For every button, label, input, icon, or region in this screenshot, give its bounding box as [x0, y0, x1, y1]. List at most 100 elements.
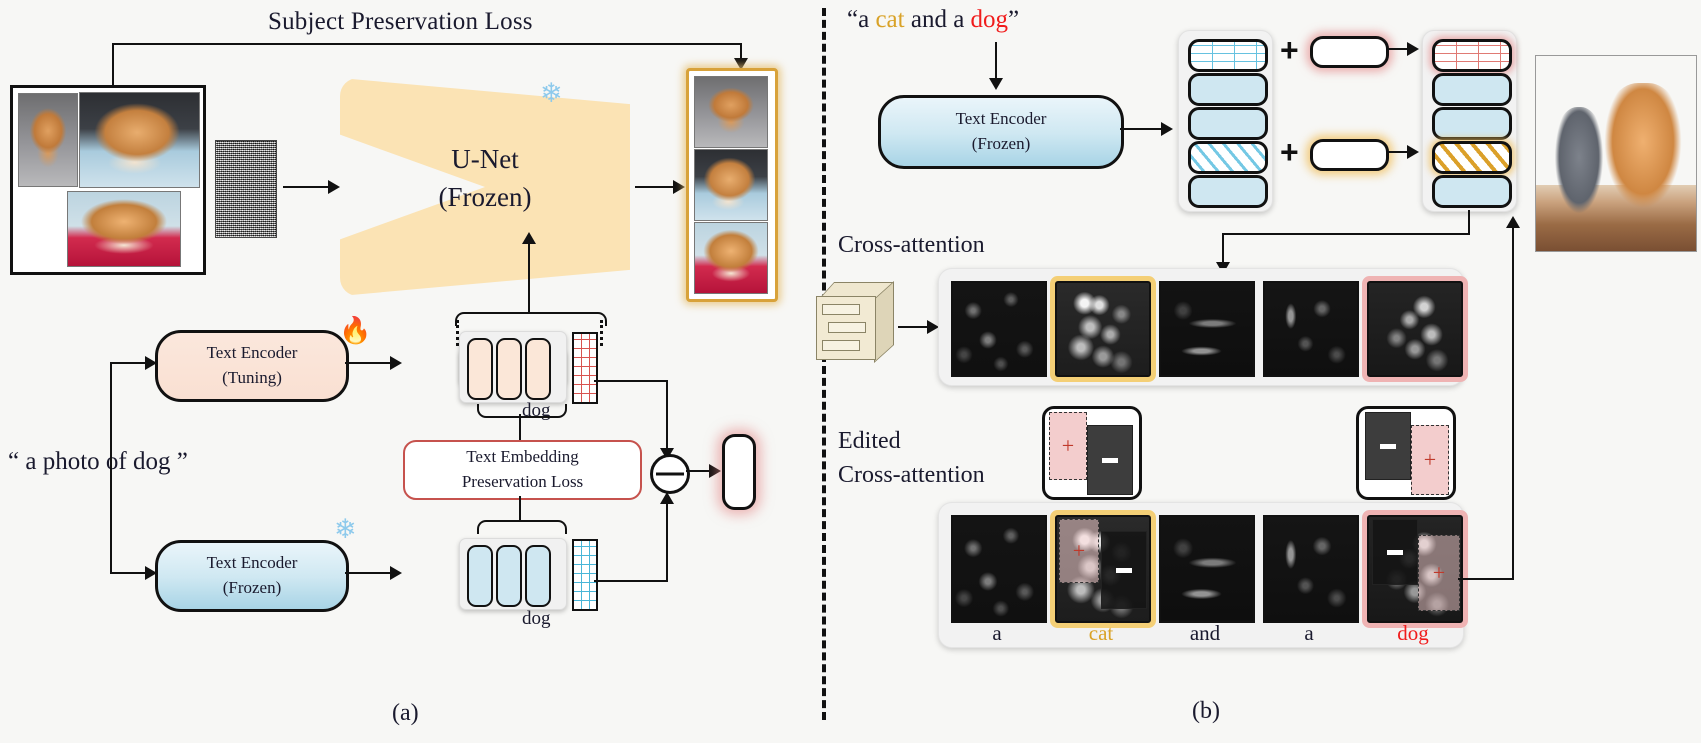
text-encoder-tuning[interactable]: Text Encoder (Tuning)	[155, 330, 349, 402]
edited-embedding-dog	[1432, 141, 1512, 174]
noise-latent-block	[215, 140, 277, 238]
original-embedding-2	[1188, 73, 1268, 106]
generated-images-strip	[686, 68, 778, 302]
text-encoder-frozen-a[interactable]: Text Encoder (Frozen)	[155, 540, 349, 612]
unet-block-icon	[812, 280, 896, 366]
frozen-token-1	[467, 545, 493, 607]
encoder-to-embeddings-arrowhead	[1161, 122, 1173, 136]
original-embedding-5	[1188, 175, 1268, 208]
unet-label-line1: U-Net	[451, 144, 519, 174]
frozen-dog-embedding-label: dog	[522, 608, 551, 629]
panel-a-caption: (a)	[392, 700, 419, 726]
generated-image-1	[694, 76, 768, 148]
mask-plus-cat: +	[1061, 433, 1075, 458]
edited-attention-map-and	[1159, 515, 1255, 623]
residual-embedding-pill	[722, 434, 756, 510]
text-embedding-preservation-loss: Text Embedding Preservation Loss	[403, 440, 642, 500]
op-to-result-arrowhead	[709, 464, 721, 478]
text-encoder-tuning-line2: (Tuning)	[222, 368, 282, 387]
tuned-token-2	[496, 338, 522, 400]
frozen-tray-brace-top	[477, 520, 567, 534]
residual-cat-arrowhead	[1407, 42, 1419, 56]
frozen-dog-embedding	[572, 539, 598, 611]
prompt-to-frozen-line	[110, 572, 148, 574]
panel-b-caption: (b)	[1192, 698, 1220, 724]
loss-line1: Text Embedding	[466, 447, 579, 467]
mask-negative-dog	[1365, 412, 1411, 480]
frozen-token-2	[496, 545, 522, 607]
unet-label-line2: (Frozen)	[438, 182, 532, 213]
token-label-a2: a	[1304, 621, 1314, 645]
token-label-and: and	[1189, 621, 1221, 645]
reference-image-2	[79, 92, 200, 188]
cube-drawer-3	[822, 340, 860, 351]
text-encoder-frozen-a-line1: Text Encoder	[206, 553, 298, 573]
tuned-dog-embedding	[572, 332, 598, 404]
unet-to-output-arrowhead	[673, 180, 685, 194]
reference-image-3	[67, 191, 181, 267]
snowflake-icon-frozen-a: ❄	[334, 514, 357, 544]
tuned-tray-brace-bottom	[477, 404, 567, 418]
loss-to-frozen-tray-line	[519, 496, 521, 522]
tuned-embedding-tray-body	[459, 331, 567, 403]
generated-image-2	[694, 149, 768, 221]
edited-attention-map-a2	[1263, 515, 1359, 623]
edited-embedding-2	[1432, 73, 1512, 106]
edited-cross-attention-label-line1: Edited	[838, 428, 901, 454]
original-embedding-dog	[1188, 141, 1268, 174]
cross-attention-row	[938, 268, 1464, 386]
panel-a-prompt: “ a photo of dog ”	[8, 448, 188, 475]
token-label-dog: dog	[1397, 621, 1429, 645]
prompt-branch-vertical	[110, 362, 112, 574]
edited-embedding-5	[1432, 175, 1512, 208]
mask-negative-cat	[1087, 425, 1133, 495]
subtract-operator	[650, 454, 690, 494]
edited-cross-attention-label-line2: Cross-attention	[838, 461, 985, 488]
edited-mask-negative-cat	[1101, 531, 1147, 609]
cube-drawer-1	[822, 304, 860, 315]
text-encoder-frozen-b-line2: (Frozen)	[971, 134, 1031, 153]
original-embedding-3	[1188, 107, 1268, 140]
noise-to-unet-arrowhead	[328, 180, 340, 194]
tuning-to-tokens-line	[345, 362, 393, 364]
cube-drawer-2	[828, 322, 866, 333]
tuned-tray-to-loss-line	[519, 414, 521, 440]
generated-cat-and-dog-image	[1535, 55, 1697, 252]
prompt-part-dog: dog	[970, 6, 1009, 33]
frozen-to-tokens-line	[345, 572, 393, 574]
fire-icon: 🔥	[339, 316, 372, 345]
text-encoder-tuning-line1: Text Encoder	[206, 343, 298, 363]
attention-map-cat	[1055, 281, 1151, 377]
prompt-to-encoder-arrowhead-b	[989, 78, 1003, 90]
tuned-token-1	[467, 338, 493, 400]
attention-map-a2	[1263, 281, 1359, 377]
noise-to-unet-line	[283, 186, 331, 188]
mask-plus-dog: +	[1423, 447, 1437, 472]
residual-pill-cat	[1310, 36, 1389, 68]
frozen-embed-to-op-line	[594, 580, 668, 582]
edited-column-left-line	[1222, 233, 1470, 235]
edited-attention-map-dog: +	[1367, 515, 1463, 623]
tuned-embed-to-op-line	[594, 380, 668, 382]
edited-attention-map-cat: +	[1055, 515, 1151, 623]
mask-positive-cat: +	[1049, 412, 1087, 480]
prompt-part-4: ”	[1008, 6, 1020, 33]
cross-attention-label: Cross-attention	[838, 232, 985, 258]
generated-dog	[1600, 83, 1687, 216]
text-encoder-frozen-b[interactable]: Text Encoder (Frozen)	[878, 95, 1124, 169]
frozen-token-3	[525, 545, 551, 607]
subject-preservation-loss-title: Subject Preservation Loss	[268, 8, 533, 35]
edit-mask-card-cat: +	[1042, 406, 1142, 500]
token-label-cat: cat	[1088, 621, 1114, 645]
edited-embedding-cat	[1432, 39, 1512, 72]
loss-path-left-vertical	[112, 43, 114, 88]
edited-mask-plus-dog: +	[1432, 560, 1446, 585]
reference-image-1	[18, 93, 78, 187]
prompt-part-2: and a	[904, 6, 971, 33]
attention-map-and	[1159, 281, 1255, 377]
edited-mask-plus-cat: +	[1072, 538, 1086, 563]
attention-map-a	[951, 281, 1047, 377]
loss-path-top-horizontal	[112, 43, 742, 45]
tuned-tray-brace-top	[455, 312, 607, 326]
loss-line2: Preservation Loss	[461, 472, 584, 491]
